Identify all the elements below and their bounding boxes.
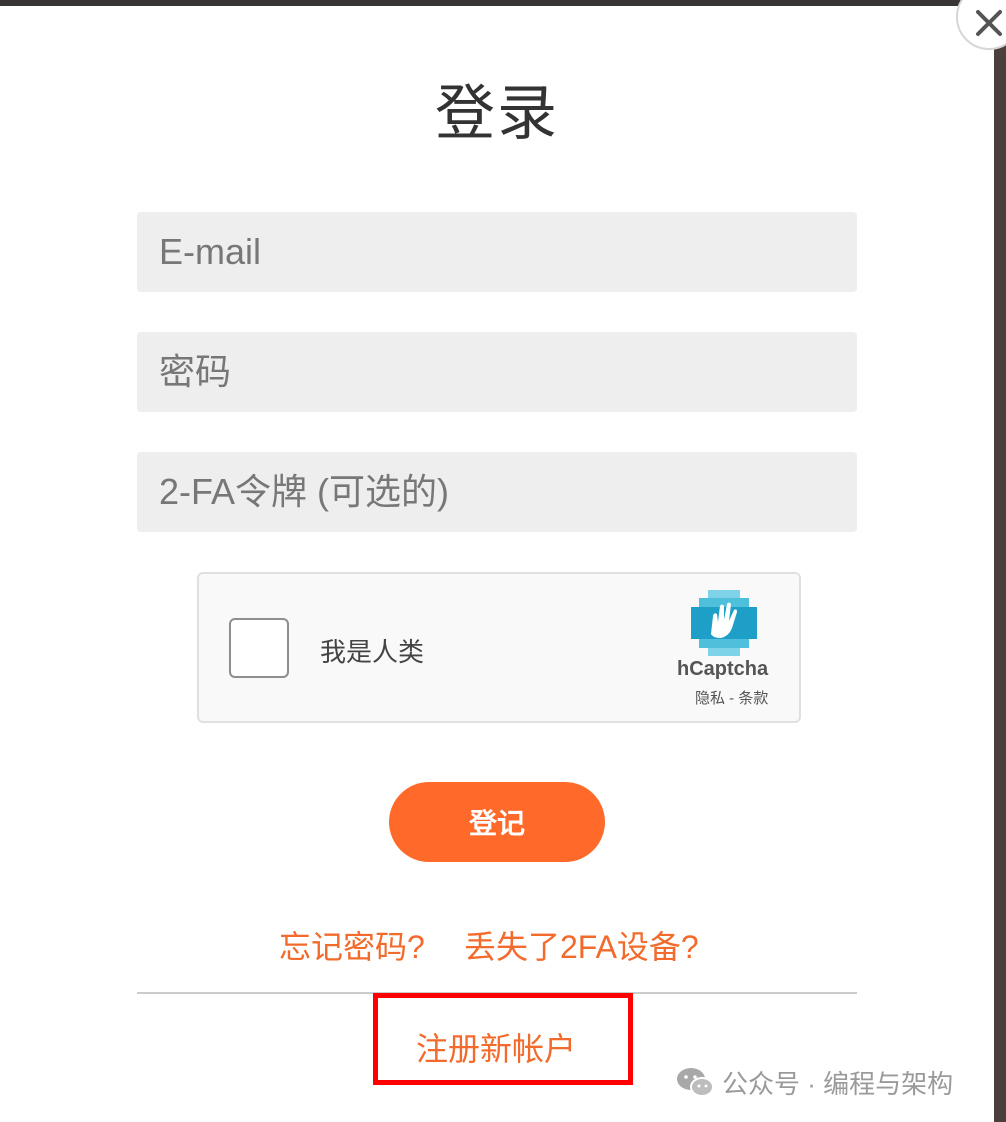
captcha-link-separator: - bbox=[725, 690, 739, 707]
email-field[interactable] bbox=[137, 212, 857, 292]
close-button[interactable] bbox=[956, 0, 1006, 50]
captcha-links: 隐私 - 条款 bbox=[695, 687, 768, 708]
captcha-terms-link[interactable]: 条款 bbox=[738, 690, 768, 707]
login-button[interactable]: 登记 bbox=[389, 782, 605, 862]
hcaptcha-widget: 我是人类 hCaptcha 隐私 - 条款 bbox=[197, 572, 801, 723]
captcha-privacy-link[interactable]: 隐私 bbox=[695, 690, 725, 707]
captcha-label: 我是人类 bbox=[320, 637, 425, 667]
captcha-checkbox[interactable] bbox=[229, 618, 289, 678]
password-field[interactable] bbox=[137, 332, 857, 412]
lost-2fa-device-link[interactable]: 丢失了2FA设备? bbox=[464, 922, 699, 968]
watermark: 公众号 · 编程与架构 bbox=[676, 1064, 953, 1101]
forgot-password-link[interactable]: 忘记密码? bbox=[279, 922, 425, 968]
wechat-icon bbox=[677, 1067, 714, 1097]
page-title: 登录 bbox=[435, 80, 559, 147]
close-icon bbox=[976, 10, 1002, 36]
background-strip bbox=[994, 0, 1006, 1122]
twofa-token-field[interactable] bbox=[137, 452, 857, 532]
watermark-text: 公众号 · 编程与架构 bbox=[722, 1069, 954, 1099]
login-modal: 登录 我是人类 hCaptcha 隐私 - 条款 登记 忘记密码? 丢失了2FA… bbox=[0, 0, 1006, 1122]
hcaptcha-logo-icon bbox=[691, 590, 757, 656]
hcaptcha-brand: hCaptcha bbox=[677, 658, 769, 680]
register-account-link[interactable]: 注册新帐户 bbox=[416, 1024, 576, 1070]
